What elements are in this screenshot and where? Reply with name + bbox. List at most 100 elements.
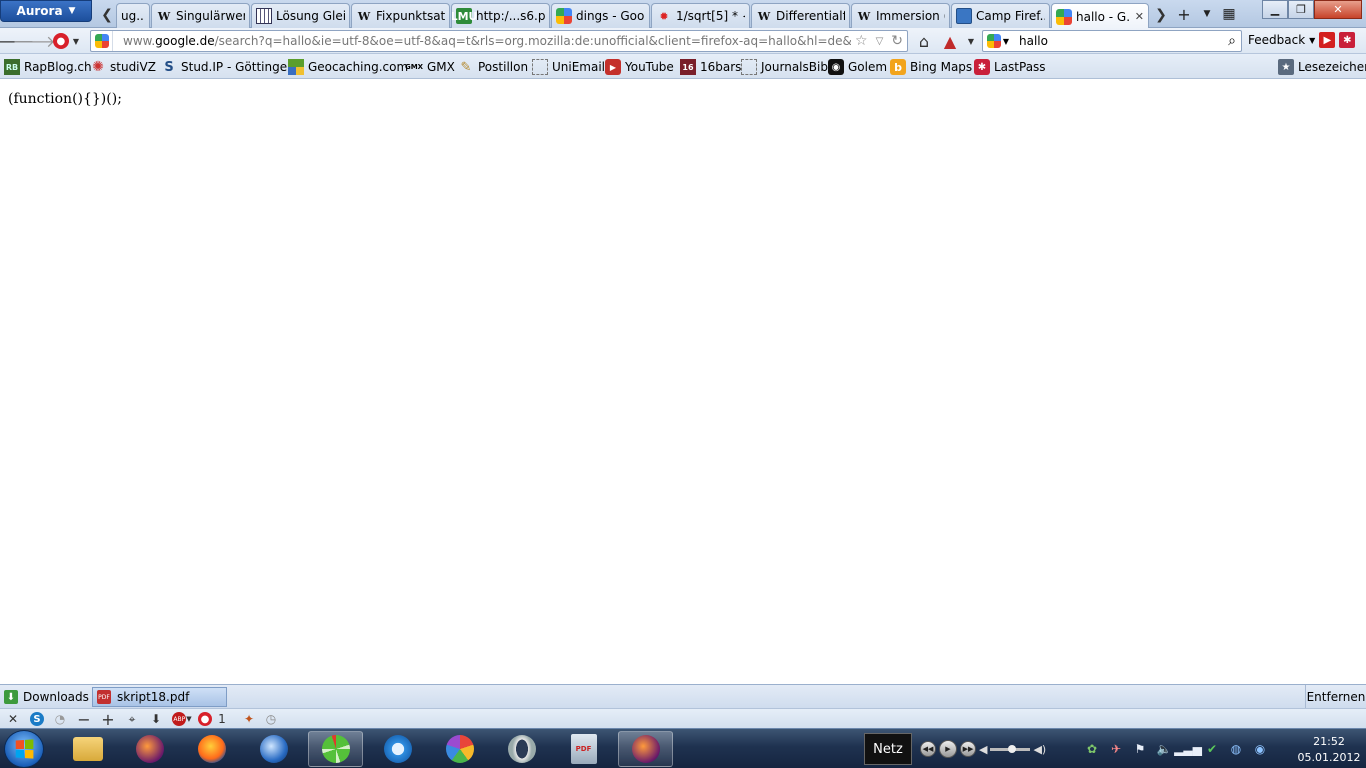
bookmark-item[interactable]: RB RapBlog.ch	[4, 58, 92, 76]
postillon-icon: ✎	[460, 59, 472, 75]
tab[interactable]: W Differentialf...	[751, 3, 850, 28]
download-item[interactable]: PDF skript18.pdf	[92, 687, 227, 707]
download-arrow-icon[interactable]: ⬇	[148, 711, 164, 727]
bookmarks-toolbar: RB RapBlog.ch ✺ studiVZ S Stud.IP - Gött…	[0, 54, 1366, 79]
tab[interactable]: ug...	[116, 3, 150, 28]
tab[interactable]: LMU http:/...s6.pdf	[451, 3, 550, 28]
tray-app-icon[interactable]: ✈	[1108, 741, 1124, 757]
bookmark-item[interactable]: S Stud.IP - Göttingen	[161, 58, 294, 76]
history-clock-icon[interactable]: ◷	[262, 711, 280, 727]
home-icon[interactable]: ⌂	[914, 31, 934, 51]
rss-icon[interactable]: ◔	[52, 711, 68, 727]
bookmark-star-icon[interactable]: ☆	[851, 33, 872, 49]
tray-sync-icon[interactable]: ◉	[1252, 741, 1268, 757]
wolfram-icon: ✹	[659, 9, 669, 23]
url-text[interactable]: www.google.de/search?q=hallo&ie=utf-8&oe…	[113, 34, 851, 48]
tab-selected[interactable]: hallo - G... ✕	[1051, 3, 1149, 29]
update-icon[interactable]: ✔	[1204, 741, 1220, 757]
network-signal-icon[interactable]: ▂▃▅	[1174, 741, 1202, 757]
video-play-icon[interactable]: ▶	[1319, 32, 1336, 48]
scroll-tabs-left-button[interactable]: ❮	[98, 4, 116, 26]
new-tab-button[interactable]: +	[1174, 4, 1194, 24]
adblock-plus-icon[interactable]: ABP ▼	[170, 711, 194, 727]
search-input[interactable]	[1013, 32, 1224, 50]
tab[interactable]: dings - Goo...	[551, 3, 650, 28]
wikipedia-icon: W	[157, 9, 171, 23]
aurora-menu-button[interactable]: Aurora ▼	[0, 0, 92, 22]
system-clock[interactable]: 21:52 05.01.2012	[1296, 734, 1362, 766]
bookmark-item[interactable]: ◉ Golem	[828, 58, 887, 76]
tab[interactable]: Camp Firef...	[951, 3, 1050, 28]
thunderbird-icon	[259, 735, 288, 763]
bookmark-item[interactable]: ▶ YouTube	[605, 58, 674, 76]
bookmark-item[interactable]: UniEmail	[532, 58, 605, 76]
maximize-button[interactable]: ❐	[1288, 0, 1314, 19]
zoom-out-icon[interactable]: −	[76, 710, 92, 729]
forward-button[interactable]: 🡒	[13, 31, 56, 51]
bookmark-item[interactable]: 16 16bars	[680, 58, 741, 76]
tray-icq-icon[interactable]: ✿	[1084, 741, 1100, 757]
aurora-window-taskbar-button[interactable]	[618, 731, 673, 767]
thunderbird-taskbar-button[interactable]	[246, 731, 301, 767]
crosshair-icon[interactable]: ⌖	[124, 711, 140, 727]
bookmark-item[interactable]: GMX GMX	[405, 58, 455, 76]
tab[interactable]: W Fixpunktsat...	[351, 3, 450, 28]
scroll-tabs-right-button[interactable]: ❯	[1152, 4, 1170, 26]
firebug-icon[interactable]: ✦	[240, 711, 258, 727]
tab-groups-icon[interactable]: ▦	[1219, 4, 1239, 24]
history-dropdown-icon[interactable]: ▽	[872, 36, 888, 47]
play-icon[interactable]: ▶	[939, 740, 957, 758]
bookmark-item[interactable]: Geocaching.com	[288, 58, 408, 76]
skype-icon[interactable]: S	[28, 711, 46, 727]
bookmark-item[interactable]: JournalsBib	[741, 58, 828, 76]
downloads-arrow-icon[interactable]: ▲	[938, 31, 962, 51]
remove-downloads-button[interactable]: Entfernen	[1305, 685, 1366, 709]
feedback-button[interactable]: Feedback ▼ ▶ ✱	[1248, 32, 1356, 48]
picasa-taskbar-button[interactable]	[432, 731, 487, 767]
explorer-taskbar-button[interactable]	[60, 731, 115, 767]
tab[interactable]: W Singulärwer...	[151, 3, 250, 28]
volume-slider[interactable]	[990, 744, 1031, 753]
bookmark-item[interactable]: ✱ LastPass	[974, 58, 1046, 76]
list-all-tabs-button[interactable]: ▼	[1197, 4, 1217, 24]
bookmarks-menu-button[interactable]: ★ Lesezeichen	[1278, 58, 1366, 76]
netz-toolbar[interactable]: Netz	[864, 733, 912, 765]
bookmark-item[interactable]: ✎ Postillon	[458, 58, 529, 76]
downloads-button[interactable]: ⬇ Downloads	[4, 688, 89, 706]
zoom-in-icon[interactable]: +	[100, 710, 116, 729]
adblock-toolbar-button[interactable]: ● ▼	[48, 31, 84, 51]
site-identity-button[interactable]	[91, 31, 113, 51]
chevron-down-icon[interactable]: ▼	[964, 31, 978, 51]
speaker-icon[interactable]: 🔈	[1156, 741, 1172, 757]
chevron-down-icon: ▼	[1309, 35, 1316, 45]
tab[interactable]: ✹ 1/sqrt[5] * {(...	[651, 3, 750, 28]
opera-taskbar-button[interactable]	[494, 731, 549, 767]
start-button[interactable]	[4, 730, 44, 768]
tab-label: Fixpunktsat...	[376, 9, 445, 23]
next-track-icon[interactable]: ▶▶	[960, 741, 976, 757]
search-engine-button[interactable]: ▼	[983, 31, 1013, 51]
wikipedia-icon: W	[357, 9, 371, 23]
adblock-icon[interactable]: ●	[196, 711, 214, 727]
icq-taskbar-button[interactable]	[308, 731, 363, 767]
bookmark-item[interactable]: ✺ studiVZ	[90, 58, 156, 76]
url-bar[interactable]: www.google.de/search?q=hallo&ie=utf-8&oe…	[90, 30, 908, 52]
minimize-button[interactable]: ▁	[1262, 0, 1288, 19]
search-icon[interactable]: ⌕	[1223, 33, 1241, 49]
tray-globe-icon[interactable]: ◍	[1228, 741, 1244, 757]
close-window-button[interactable]: ✕	[1314, 0, 1362, 19]
close-icon[interactable]: ✕	[6, 711, 20, 727]
itunes-taskbar-button[interactable]	[370, 731, 425, 767]
pdf-viewer-taskbar-button[interactable]: PDF	[556, 731, 611, 767]
action-center-flag-icon[interactable]: ⚑	[1132, 741, 1148, 757]
close-tab-icon[interactable]: ✕	[1135, 10, 1144, 23]
lastpass-icon[interactable]: ✱	[1339, 32, 1356, 48]
navigation-toolbar: 🡐 🡒 ● ▼ www.google.de/search?q=hallo&ie=…	[0, 28, 1366, 54]
bookmark-item[interactable]: b Bing Maps	[890, 58, 972, 76]
tab[interactable]: Lösung Glei...	[251, 3, 350, 28]
previous-track-icon[interactable]: ◀◀	[920, 741, 936, 757]
reload-icon[interactable]: ↻	[887, 33, 907, 49]
aurora-taskbar-button[interactable]	[122, 731, 177, 767]
tab[interactable]: W Immersion (...	[851, 3, 950, 28]
firefox-taskbar-button[interactable]	[184, 731, 239, 767]
